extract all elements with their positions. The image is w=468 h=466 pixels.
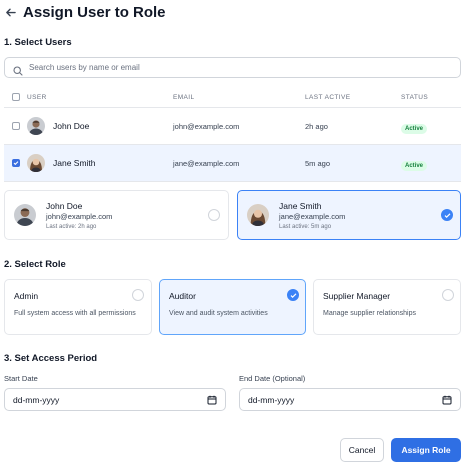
page-title: Assign User to Role [23, 3, 166, 21]
role-description: Manage supplier relationships [323, 310, 416, 317]
card-user-email: john@example.com [46, 212, 113, 221]
user-email: john@example.com [173, 121, 240, 131]
role-title: Auditor [169, 291, 196, 301]
role-card-supplier-manager[interactable]: Supplier Manager Manage supplier relatio… [313, 279, 461, 335]
select-users-heading: 1. Select Users [4, 37, 72, 48]
table-row[interactable]: John Doe john@example.com 2h ago Active [4, 108, 461, 145]
user-cards: John Doe john@example.com Last active: 2… [4, 190, 461, 240]
calendar-icon[interactable] [207, 395, 217, 405]
search-box[interactable] [4, 57, 461, 78]
role-description: Full system access with all permissions [14, 310, 136, 317]
card-radio[interactable] [208, 209, 220, 221]
user-name: Jane Smith [53, 158, 96, 168]
role-radio[interactable] [132, 289, 144, 301]
column-header-status: STATUS [401, 93, 429, 101]
role-title: Supplier Manager [323, 291, 391, 301]
search-icon [13, 63, 23, 76]
select-all-checkbox[interactable] [11, 93, 20, 101]
column-header-user: USER [27, 93, 47, 101]
assign-role-button[interactable]: Assign Role [391, 438, 461, 462]
role-options: Admin Full system access with all permis… [4, 279, 461, 335]
column-header-email: EMAIL [173, 93, 195, 101]
user-last-active: 5m ago [305, 158, 331, 168]
select-role-heading: 2. Select Role [4, 259, 66, 270]
users-table: USER EMAIL LAST ACTIVE STATUS John Doe j… [4, 87, 461, 182]
table-header: USER EMAIL LAST ACTIVE STATUS [4, 87, 461, 108]
user-email: jane@example.com [173, 158, 240, 168]
avatar [247, 204, 269, 226]
card-user-email: jane@example.com [279, 212, 346, 221]
card-last-active: Last active: 2h ago [46, 224, 97, 230]
start-date-label: Start Date [4, 374, 38, 383]
table-row[interactable]: Jane Smith jane@example.com 5m ago Activ… [4, 145, 461, 182]
check-icon [444, 212, 450, 218]
role-description: View and audit system activities [169, 310, 268, 317]
start-date-field[interactable]: dd-mm-yyyy [4, 388, 226, 411]
role-title: Admin [14, 291, 39, 301]
row-checkbox[interactable] [11, 122, 20, 130]
calendar-icon[interactable] [442, 395, 452, 405]
column-header-last-active: LAST ACTIVE [305, 93, 351, 101]
avatar [27, 117, 45, 135]
header: Assign User to Role [4, 2, 166, 22]
role-radio[interactable] [287, 289, 299, 301]
arrow-left-icon[interactable] [4, 6, 16, 18]
user-card[interactable]: Jane Smith jane@example.com Last active:… [237, 190, 461, 240]
end-date-field[interactable]: dd-mm-yyyy [239, 388, 461, 411]
card-last-active: Last active: 5m ago [279, 224, 332, 230]
avatar [14, 204, 36, 226]
card-radio[interactable] [441, 209, 453, 221]
avatar [27, 154, 45, 172]
check-icon [290, 292, 296, 298]
check-icon [13, 161, 18, 166]
status-badge: Active [401, 124, 428, 134]
user-card[interactable]: John Doe john@example.com Last active: 2… [4, 190, 229, 240]
row-checkbox[interactable] [11, 159, 20, 167]
search-input[interactable] [29, 63, 449, 72]
user-name: John Doe [53, 121, 90, 131]
start-date-value: dd-mm-yyyy [13, 394, 60, 405]
end-date-value: dd-mm-yyyy [248, 394, 295, 405]
access-period-heading: 3. Set Access Period [4, 353, 98, 364]
end-date-label: End Date (Optional) [239, 374, 306, 383]
card-user-name: John Doe [46, 201, 83, 211]
cancel-button[interactable]: Cancel [340, 438, 384, 462]
card-user-name: Jane Smith [279, 201, 322, 211]
role-card-admin[interactable]: Admin Full system access with all permis… [4, 279, 152, 335]
role-card-auditor[interactable]: Auditor View and audit system activities [159, 279, 306, 335]
status-badge: Active [401, 161, 428, 171]
role-radio[interactable] [442, 289, 454, 301]
user-last-active: 2h ago [305, 121, 328, 131]
